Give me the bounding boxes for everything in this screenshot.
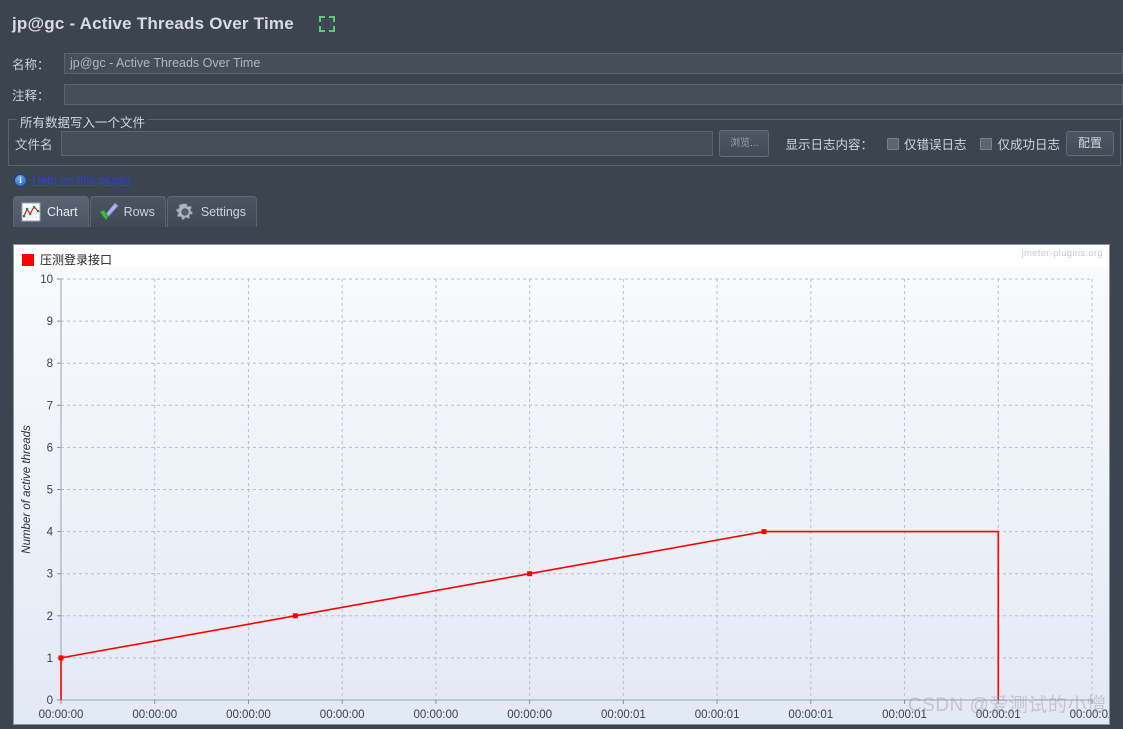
- success-only-checkbox-wrap[interactable]: 仅成功日志: [980, 134, 1060, 153]
- svg-text:Number of active threads: Number of active threads: [21, 425, 33, 554]
- gear-icon: [175, 202, 195, 222]
- svg-text:10: 10: [40, 274, 53, 286]
- svg-text:00:00:00: 00:00:00: [226, 709, 271, 721]
- window-titlebar: jp@gc - Active Threads Over Time: [0, 0, 1123, 48]
- success-only-checkbox[interactable]: [980, 137, 993, 150]
- name-row: 名称： jp@gc - Active Threads Over Time: [0, 48, 1123, 79]
- write-all-data-group: 所有数据写入一个文件 文件名 浏览... 显示日志内容： 仅错误日志 仅成功日志…: [8, 112, 1121, 166]
- comment-input[interactable]: [64, 84, 1123, 105]
- chart-legend[interactable]: 压测登录接口: [22, 251, 112, 268]
- svg-text:00:00:00: 00:00:00: [414, 709, 459, 721]
- svg-text:8: 8: [47, 358, 53, 370]
- svg-text:00:00:01: 00:00:01: [976, 709, 1021, 721]
- svg-text:00:00:01: 00:00:01: [601, 709, 646, 721]
- errors-only-label: 仅错误日志: [903, 138, 967, 152]
- svg-text:00:00:00: 00:00:00: [507, 709, 552, 721]
- svg-text:00:00:00: 00:00:00: [320, 709, 365, 721]
- help-row: i Help on this plugin: [0, 166, 1123, 187]
- green-check-icon: [98, 202, 119, 222]
- svg-text:7: 7: [47, 400, 53, 412]
- svg-text:5: 5: [47, 485, 53, 497]
- configure-button[interactable]: 配置: [1065, 131, 1114, 156]
- svg-text:1: 1: [47, 653, 53, 665]
- tab-rows[interactable]: Rows: [89, 196, 166, 227]
- svg-text:9: 9: [47, 316, 53, 328]
- filename-input[interactable]: [60, 131, 714, 156]
- chart-plot-area[interactable]: 0 1 2 3 4 5 6 7 8 9 10 00:00:00 00:00:00 00:00:00 00:0…: [14, 245, 1110, 725]
- tab-rows-label: Rows: [123, 205, 155, 219]
- expand-fullscreen-icon[interactable]: [318, 15, 336, 33]
- errors-only-checkbox-wrap[interactable]: 仅错误日志: [886, 134, 967, 153]
- svg-text:00:00:01: 00:00:01: [695, 709, 740, 721]
- filename-row: 文件名 浏览... 显示日志内容： 仅错误日志 仅成功日志 配置: [15, 130, 1114, 157]
- browse-button[interactable]: 浏览...: [719, 130, 770, 157]
- svg-text:4: 4: [47, 527, 54, 539]
- filename-label: 文件名: [15, 138, 53, 152]
- svg-text:3: 3: [47, 569, 53, 581]
- name-label: 名称：: [12, 58, 50, 72]
- log-content-label: 显示日志内容：: [785, 138, 873, 152]
- chart-panel: 压测登录接口 jmeter-plugins.org 0 1 2 3 4 5 6 7 8 9 10 00…: [13, 244, 1110, 725]
- svg-text:00:00:00: 00:00:00: [132, 709, 177, 721]
- tab-settings[interactable]: Settings: [166, 196, 258, 227]
- line-chart-icon: [21, 202, 41, 222]
- success-only-label: 仅成功日志: [997, 138, 1060, 152]
- errors-only-checkbox[interactable]: [886, 137, 899, 150]
- svg-text:00:00:02: 00:00:02: [1070, 709, 1110, 721]
- group-legend-title: 所有数据写入一个文件: [17, 112, 149, 131]
- svg-text:00:00:01: 00:00:01: [882, 709, 927, 721]
- tab-chart-label: Chart: [47, 205, 78, 219]
- tab-settings-label: Settings: [200, 205, 247, 219]
- name-input[interactable]: jp@gc - Active Threads Over Time: [64, 53, 1123, 74]
- svg-text:6: 6: [47, 442, 53, 454]
- legend-color-swatch: [22, 253, 34, 266]
- tabbar: Chart Rows Settings: [0, 193, 1123, 227]
- jmeter-plugins-watermark: jmeter-plugins.org: [1021, 248, 1103, 259]
- svg-text:2: 2: [47, 611, 53, 623]
- comment-label: 注释：: [12, 89, 50, 103]
- comment-row: 注释：: [0, 79, 1123, 110]
- page-title: jp@gc - Active Threads Over Time: [12, 14, 294, 33]
- svg-text:0: 0: [47, 695, 53, 707]
- svg-text:00:00:00: 00:00:00: [39, 709, 84, 721]
- legend-series-label: 压测登录接口: [40, 253, 113, 267]
- info-icon: i: [14, 173, 27, 187]
- jmeter-listener-window: jp@gc - Active Threads Over Time 名称： jp@…: [0, 0, 1123, 729]
- svg-text:00:00:01: 00:00:01: [788, 709, 833, 721]
- tab-chart[interactable]: Chart: [13, 196, 89, 227]
- help-on-this-plugin-link[interactable]: Help on this plugin: [32, 173, 131, 187]
